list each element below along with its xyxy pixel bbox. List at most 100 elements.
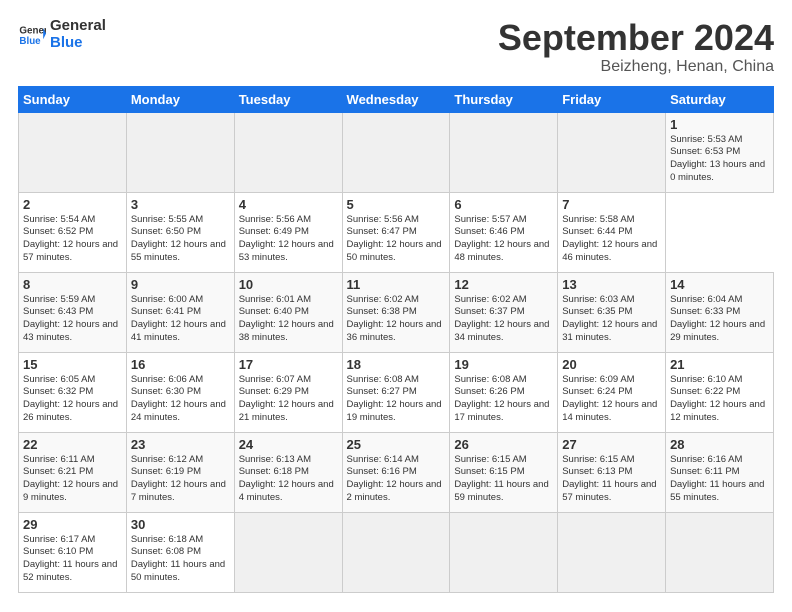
empty-cell xyxy=(558,512,666,592)
day-info: Sunrise: 6:04 AMSunset: 6:33 PMDaylight:… xyxy=(670,294,769,345)
day-info: Sunrise: 6:05 AMSunset: 6:32 PMDaylight:… xyxy=(23,374,122,425)
day-info: Sunrise: 6:03 AMSunset: 6:35 PMDaylight:… xyxy=(562,294,661,345)
day-info: Sunrise: 6:12 AMSunset: 6:19 PMDaylight:… xyxy=(131,454,230,505)
calendar-table: SundayMondayTuesdayWednesdayThursdayFrid… xyxy=(18,86,774,593)
empty-cell xyxy=(450,112,558,192)
day-number: 5 xyxy=(347,197,446,212)
day-info: Sunrise: 5:55 AMSunset: 6:50 PMDaylight:… xyxy=(131,214,230,265)
day-number: 11 xyxy=(347,277,446,292)
day-number: 30 xyxy=(131,517,230,532)
day-cell: 2Sunrise: 5:54 AMSunset: 6:52 PMDaylight… xyxy=(19,192,127,272)
day-info: Sunrise: 5:56 AMSunset: 6:49 PMDaylight:… xyxy=(239,214,338,265)
day-cell: 23 Sunrise: 6:12 AMSunset: 6:19 PMDayligh… xyxy=(126,432,234,512)
empty-cell xyxy=(558,112,666,192)
day-info: Sunrise: 5:54 AMSunset: 6:52 PMDaylight:… xyxy=(23,214,122,265)
empty-cell xyxy=(450,512,558,592)
day-cell: 29 Sunrise: 6:17 AMSunset: 6:10 PMDayligh… xyxy=(19,512,127,592)
day-cell: 19Sunrise: 6:08 AMSunset: 6:26 PMDayligh… xyxy=(450,352,558,432)
day-info: Sunrise: 6:17 AMSunset: 6:10 PMDaylight:… xyxy=(23,534,122,585)
day-number: 15 xyxy=(23,357,122,372)
day-cell: 24Sunrise: 6:13 AMSunset: 6:18 PMDayligh… xyxy=(234,432,342,512)
day-cell: 25Sunrise: 6:14 AMSunset: 6:16 PMDayligh… xyxy=(342,432,450,512)
day-info: Sunrise: 6:02 AMSunset: 6:38 PMDaylight:… xyxy=(347,294,446,345)
header-cell-sunday: Sunday xyxy=(19,86,127,112)
svg-text:Blue: Blue xyxy=(19,36,41,47)
day-number: 8 xyxy=(23,277,122,292)
month-title: September 2024 xyxy=(498,18,774,58)
day-number: 27 xyxy=(562,437,661,452)
empty-cell xyxy=(342,112,450,192)
title-block: September 2024 Beizheng, Henan, China xyxy=(498,18,774,76)
day-number: 29 xyxy=(23,517,122,532)
day-cell: 13Sunrise: 6:03 AMSunset: 6:35 PMDayligh… xyxy=(558,272,666,352)
day-number: 21 xyxy=(670,357,769,372)
day-cell: 8Sunrise: 5:59 AMSunset: 6:43 PMDaylight… xyxy=(19,272,127,352)
day-number: 25 xyxy=(347,437,446,452)
day-cell: 16Sunrise: 6:06 AMSunset: 6:30 PMDayligh… xyxy=(126,352,234,432)
day-info: Sunrise: 6:08 AMSunset: 6:27 PMDaylight:… xyxy=(347,374,446,425)
day-info: Sunrise: 6:15 AMSunset: 6:13 PMDaylight:… xyxy=(562,454,661,505)
day-cell: 10Sunrise: 6:01 AMSunset: 6:40 PMDayligh… xyxy=(234,272,342,352)
day-number: 18 xyxy=(347,357,446,372)
day-cell: 18 Sunrise: 6:08 AMSunset: 6:27 PMDayligh… xyxy=(342,352,450,432)
day-number: 22 xyxy=(23,437,122,452)
day-cell: 4 Sunrise: 5:56 AMSunset: 6:49 PMDaylight… xyxy=(234,192,342,272)
logo: General Blue General Blue xyxy=(18,18,106,51)
day-info: Sunrise: 6:13 AMSunset: 6:18 PMDaylight:… xyxy=(239,454,338,505)
day-cell: 3 Sunrise: 5:55 AMSunset: 6:50 PMDaylight… xyxy=(126,192,234,272)
day-info: Sunrise: 5:57 AMSunset: 6:46 PMDaylight:… xyxy=(454,214,553,265)
day-number: 20 xyxy=(562,357,661,372)
day-number: 16 xyxy=(131,357,230,372)
day-cell: 20 Sunrise: 6:09 AMSunset: 6:24 PMDayligh… xyxy=(558,352,666,432)
day-cell: 26Sunrise: 6:15 AMSunset: 6:15 PMDayligh… xyxy=(450,432,558,512)
day-cell: 17 Sunrise: 6:07 AMSunset: 6:29 PMDayligh… xyxy=(234,352,342,432)
empty-cell xyxy=(234,112,342,192)
empty-cell xyxy=(126,112,234,192)
day-info: Sunrise: 6:01 AMSunset: 6:40 PMDaylight:… xyxy=(239,294,338,345)
header-cell-saturday: Saturday xyxy=(666,86,774,112)
header-cell-wednesday: Wednesday xyxy=(342,86,450,112)
day-info: Sunrise: 6:11 AMSunset: 6:21 PMDaylight:… xyxy=(23,454,122,505)
week-row: 15 Sunrise: 6:05 AMSunset: 6:32 PMDayligh… xyxy=(19,352,774,432)
location: Beizheng, Henan, China xyxy=(498,58,774,76)
day-number: 4 xyxy=(239,197,338,212)
day-info: Sunrise: 5:53 AMSunset: 6:53 PMDaylight:… xyxy=(670,134,769,185)
day-cell: 30 Sunrise: 6:18 AMSunset: 6:08 PMDayligh… xyxy=(126,512,234,592)
day-info: Sunrise: 5:58 AMSunset: 6:44 PMDaylight:… xyxy=(562,214,661,265)
day-number: 3 xyxy=(131,197,230,212)
day-info: Sunrise: 6:09 AMSunset: 6:24 PMDaylight:… xyxy=(562,374,661,425)
day-info: Sunrise: 6:16 AMSunset: 6:11 PMDaylight:… xyxy=(670,454,769,505)
logo-blue: Blue xyxy=(50,35,106,52)
logo-icon: General Blue xyxy=(18,21,46,49)
day-info: Sunrise: 6:02 AMSunset: 6:37 PMDaylight:… xyxy=(454,294,553,345)
week-row: 1 Sunrise: 5:53 AMSunset: 6:53 PMDaylight… xyxy=(19,112,774,192)
day-number: 23 xyxy=(131,437,230,452)
day-number: 17 xyxy=(239,357,338,372)
header: General Blue General Blue September 2024… xyxy=(18,18,774,76)
day-number: 9 xyxy=(131,277,230,292)
day-cell: 12 Sunrise: 6:02 AMSunset: 6:37 PMDayligh… xyxy=(450,272,558,352)
day-number: 12 xyxy=(454,277,553,292)
day-cell: 28 Sunrise: 6:16 AMSunset: 6:11 PMDayligh… xyxy=(666,432,774,512)
day-number: 14 xyxy=(670,277,769,292)
header-cell-thursday: Thursday xyxy=(450,86,558,112)
day-info: Sunrise: 6:08 AMSunset: 6:26 PMDaylight:… xyxy=(454,374,553,425)
header-cell-monday: Monday xyxy=(126,86,234,112)
day-number: 7 xyxy=(562,197,661,212)
empty-cell xyxy=(342,512,450,592)
page: General Blue General Blue September 2024… xyxy=(0,0,792,603)
day-info: Sunrise: 6:07 AMSunset: 6:29 PMDaylight:… xyxy=(239,374,338,425)
day-number: 26 xyxy=(454,437,553,452)
day-number: 6 xyxy=(454,197,553,212)
svg-text:General: General xyxy=(19,25,46,36)
header-row: SundayMondayTuesdayWednesdayThursdayFrid… xyxy=(19,86,774,112)
day-number: 28 xyxy=(670,437,769,452)
day-cell: 5Sunrise: 5:56 AMSunset: 6:47 PMDaylight… xyxy=(342,192,450,272)
day-cell: 27 Sunrise: 6:15 AMSunset: 6:13 PMDayligh… xyxy=(558,432,666,512)
day-cell: 6 Sunrise: 5:57 AMSunset: 6:46 PMDaylight… xyxy=(450,192,558,272)
day-cell: 9Sunrise: 6:00 AMSunset: 6:41 PMDaylight… xyxy=(126,272,234,352)
day-info: Sunrise: 6:18 AMSunset: 6:08 PMDaylight:… xyxy=(131,534,230,585)
logo-general: General xyxy=(50,18,106,35)
day-cell: 7 Sunrise: 5:58 AMSunset: 6:44 PMDaylight… xyxy=(558,192,666,272)
day-number: 1 xyxy=(670,117,769,132)
